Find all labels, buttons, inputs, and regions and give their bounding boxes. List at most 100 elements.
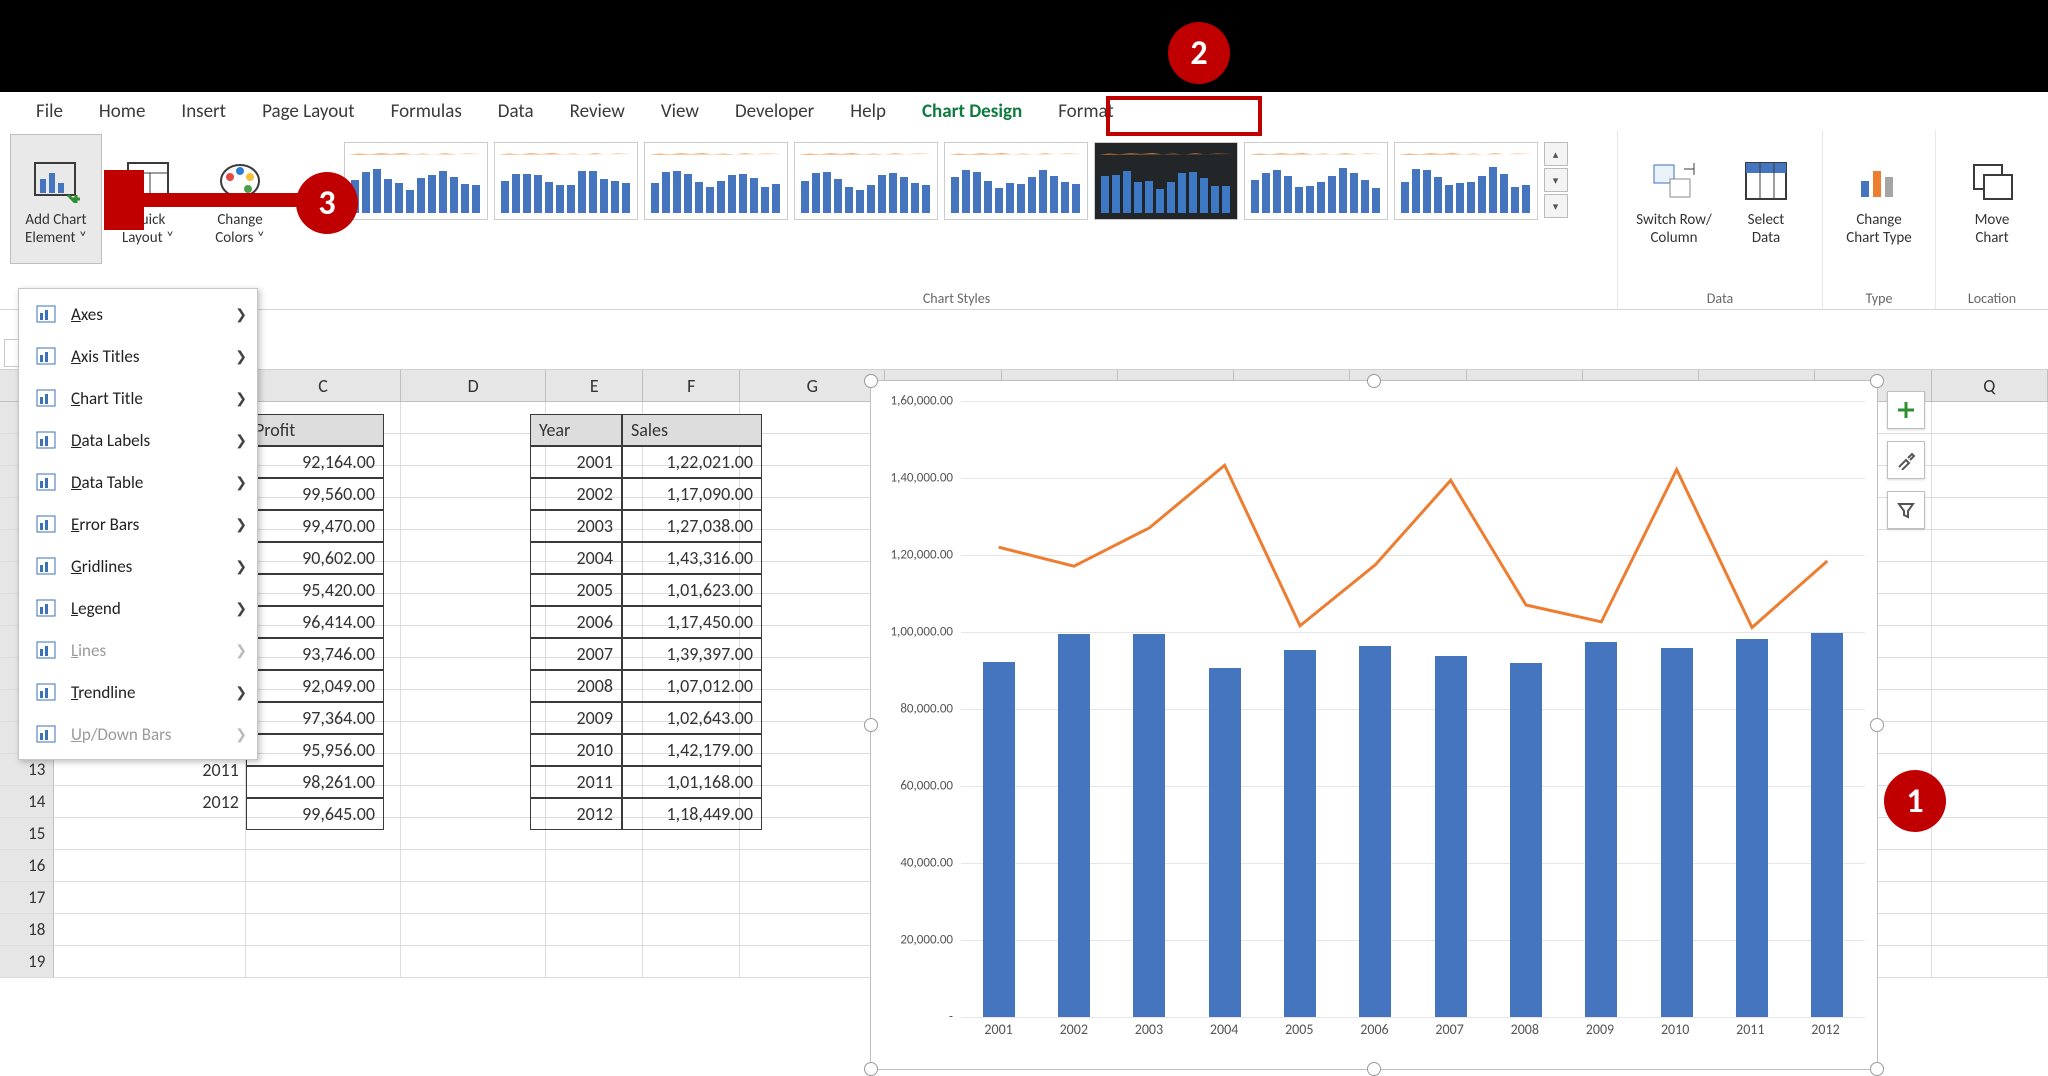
chart-plot-area — [961, 401, 1865, 1017]
chart-filter-button[interactable] — [1887, 491, 1925, 529]
menu-item-icon — [33, 513, 59, 535]
move-chart-button[interactable]: Move Chart — [1946, 134, 2038, 264]
row-header-17[interactable]: 17 — [0, 882, 54, 914]
column-header-E[interactable]: E — [546, 370, 643, 401]
chart-elements-button[interactable] — [1887, 391, 1925, 429]
row-header-18[interactable]: 18 — [0, 914, 54, 946]
menu-item-icon — [33, 555, 59, 577]
profit-cell: 98,261.00 — [246, 766, 384, 798]
row-header-15[interactable]: 15 — [0, 818, 54, 850]
submenu-arrow-icon: ❯ — [235, 390, 247, 407]
annotation-1: 1 — [1884, 770, 1946, 832]
sales-value-cell: 1,02,643.00 — [622, 702, 762, 734]
move-chart-icon — [1970, 151, 2014, 211]
row-header-16[interactable]: 16 — [0, 850, 54, 882]
chart-type-icon — [1857, 151, 1901, 211]
chart-style-thumb-3[interactable] — [644, 142, 788, 220]
sales-value-cell: 1,18,449.00 — [622, 798, 762, 830]
column-header-F[interactable]: F — [643, 370, 740, 401]
add-chart-element-button[interactable]: Add Chart Element ˅ — [10, 134, 102, 264]
move-chart-label: Move Chart — [1975, 211, 2010, 247]
ribbon-tab-review[interactable]: Review — [552, 92, 643, 130]
styles-more[interactable]: ▾ — [1544, 194, 1568, 218]
sales-year-cell: 2004 — [530, 542, 622, 574]
chart-style-thumb-7[interactable] — [1244, 142, 1388, 220]
sales-year-cell: 2002 — [530, 478, 622, 510]
sales-value-cell: 1,22,021.00 — [622, 446, 762, 478]
annotation-3: 3 — [296, 172, 358, 234]
menu-item-label: Data Table — [71, 472, 143, 493]
menu-item-axis-titles[interactable]: Axis Titles❯ — [19, 335, 257, 377]
menu-item-legend[interactable]: Legend ❯ — [19, 587, 257, 629]
row-header-14[interactable]: 14 — [0, 786, 54, 818]
menu-item-gridlines[interactable]: Gridlines ❯ — [19, 545, 257, 587]
submenu-arrow-icon: ❯ — [235, 726, 247, 743]
column-header-D[interactable]: D — [401, 370, 546, 401]
change-chart-type-button[interactable]: Change Chart Type — [1833, 134, 1925, 264]
profit-cell: 93,746.00 — [246, 638, 384, 670]
ribbon-tab-format[interactable]: Format — [1040, 92, 1132, 130]
menu-item-axes[interactable]: Axes❯ — [19, 293, 257, 335]
menu-item-label: Gridlines — [71, 556, 132, 577]
column-header-Q[interactable]: Q — [1932, 370, 2048, 401]
chart-style-thumb-4[interactable] — [794, 142, 938, 220]
ribbon-tab-page-layout[interactable]: Page Layout — [244, 92, 373, 130]
profit-cell: 99,470.00 — [246, 510, 384, 542]
menu-item-icon — [33, 303, 59, 325]
menu-item-icon — [33, 681, 59, 703]
column-header-C[interactable]: C — [246, 370, 401, 401]
ribbon-tab-insert[interactable]: Insert — [163, 92, 244, 130]
chart-styles-gallery[interactable] — [344, 134, 1544, 220]
ribbon-tab-formulas[interactable]: Formulas — [373, 92, 480, 130]
ribbon-tab-data[interactable]: Data — [480, 92, 552, 130]
worksheet-grid[interactable]: CDEFGHIJKLMNOPQ 1320111420121516171819 P… — [0, 370, 2048, 1060]
menu-item-error-bars[interactable]: Error Bars❯ — [19, 503, 257, 545]
menu-item-up-down-bars: Up/Down Bars❯ — [19, 713, 257, 755]
profit-cell: 92,049.00 — [246, 670, 384, 702]
menu-item-trendline[interactable]: Trendline❯ — [19, 671, 257, 713]
menu-item-data-table[interactable]: Data Table❯ — [19, 461, 257, 503]
switch-row-column-button[interactable]: Switch Row/ Column — [1628, 134, 1720, 264]
submenu-arrow-icon: ❯ — [235, 558, 247, 575]
column-header-G[interactable]: G — [740, 370, 885, 401]
menu-item-chart-title[interactable]: Chart Title ❯ — [19, 377, 257, 419]
chart-styles-group-label: Chart Styles — [923, 288, 990, 307]
profit-cell: 95,420.00 — [246, 574, 384, 606]
chart-x-axis: 2001200220032004200520062007200820092010… — [961, 1021, 1863, 1043]
ribbon-tab-chart-design[interactable]: Chart Design — [904, 92, 1040, 130]
styles-scroll-up[interactable]: ▴ — [1544, 142, 1568, 166]
add-chart-element-label: Add Chart Element ˅ — [25, 211, 87, 247]
ribbon-tab-developer[interactable]: Developer — [717, 92, 832, 130]
chart-style-thumb-6[interactable] — [1094, 142, 1238, 220]
chart-style-thumb-5[interactable] — [944, 142, 1088, 220]
select-data-button[interactable]: Select Data — [1720, 134, 1812, 264]
sales-value-cell: 1,43,316.00 — [622, 542, 762, 574]
styles-scroll-down[interactable]: ▾ — [1544, 168, 1568, 192]
sales-value-cell: 1,01,623.00 — [622, 574, 762, 606]
submenu-arrow-icon: ❯ — [235, 600, 247, 617]
select-data-label: Select Data — [1748, 211, 1785, 247]
profit-table: Profit92,164.0099,560.0099,470.0090,602.… — [246, 414, 384, 830]
menu-item-data-labels[interactable]: Data Labels❯ — [19, 419, 257, 461]
formula-input[interactable] — [240, 339, 2048, 367]
chart-styles-button[interactable] — [1887, 441, 1925, 479]
menu-item-icon — [33, 429, 59, 451]
sales-value-cell: 1,39,397.00 — [622, 638, 762, 670]
sales-year-cell: 2008 — [530, 670, 622, 702]
ribbon-tab-file[interactable]: File — [18, 92, 81, 130]
sales-value-cell: 1,42,179.00 — [622, 734, 762, 766]
ribbon-group-type: Change Chart Type Type — [1823, 130, 1936, 309]
ribbon-tab-help[interactable]: Help — [832, 92, 904, 130]
row-header-19[interactable]: 19 — [0, 946, 54, 978]
chart-style-thumb-2[interactable] — [494, 142, 638, 220]
menu-item-label: Legend — [71, 598, 121, 619]
ribbon-tab-home[interactable]: Home — [81, 92, 164, 130]
embedded-chart[interactable]: -20,000.0040,000.0060,000.0080,000.001,0… — [870, 380, 1878, 1070]
chart-style-thumb-8[interactable] — [1394, 142, 1538, 220]
menu-item-label: Chart Title — [71, 388, 143, 409]
sales-table: YearSales20011,22,021.0020021,17,090.002… — [530, 414, 762, 830]
chart-style-thumb-1[interactable] — [344, 142, 488, 220]
ribbon-group-location: Move Chart Location — [1936, 130, 2048, 309]
menu-item-label: Trendline — [71, 682, 135, 703]
ribbon-tab-view[interactable]: View — [643, 92, 717, 130]
